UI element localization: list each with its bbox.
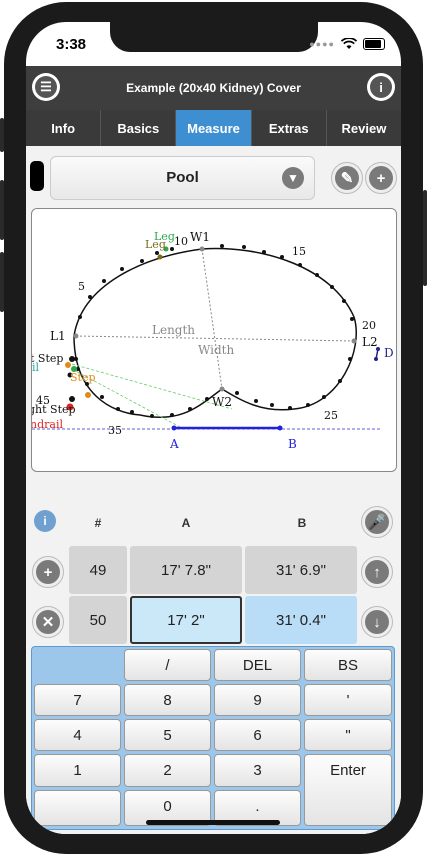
info-icon[interactable]: i [34, 510, 56, 532]
key-inches[interactable]: " [304, 719, 392, 751]
microphone-icon: 🎤 [365, 510, 389, 534]
close-icon: ✕ [36, 610, 60, 634]
app-header: ☰ Example (20x40 Kidney) Cover i [26, 66, 401, 110]
key-bs[interactable]: BS [304, 649, 392, 681]
key-7[interactable]: 7 [34, 684, 121, 716]
shape-select-value: Pool [166, 169, 199, 186]
key-5[interactable]: 5 [124, 719, 211, 751]
chevron-down-icon: ▼ [282, 167, 304, 189]
power-button [423, 190, 427, 286]
column-header-b: B [297, 516, 307, 530]
label-n35: 35 [108, 424, 122, 437]
key-4[interactable]: 4 [34, 719, 121, 751]
mute-switch [0, 118, 4, 152]
key-9[interactable]: 9 [214, 684, 301, 716]
row-50-num: 50 [69, 596, 127, 644]
key-blank[interactable] [34, 790, 121, 826]
page-title: Example (20x40 Kidney) Cover [126, 81, 301, 95]
pencil-icon: ✎ [335, 166, 359, 190]
label-rail: il [32, 361, 40, 374]
key-del[interactable]: DEL [214, 649, 301, 681]
volume-up-button [0, 180, 4, 240]
label-n10: 10 [174, 235, 188, 248]
delete-row-button[interactable]: ✕ [32, 606, 64, 638]
info-icon: i [370, 76, 392, 98]
row-49-num: 49 [69, 546, 127, 594]
app-screen: 3:38 ●●●● ☰ Example (20x40 Kidney) Cover… [26, 22, 401, 834]
key-slash[interactable]: / [124, 649, 211, 681]
label-n20: 20 [362, 319, 376, 332]
wifi-icon [341, 38, 357, 49]
key-1[interactable]: 1 [34, 754, 121, 787]
plus-icon: + [36, 560, 60, 584]
label-n5: 5 [78, 280, 85, 293]
outline-points [74, 244, 354, 418]
row-49-b[interactable]: 31' 6.9" [245, 546, 357, 594]
label-w1: W1 [190, 230, 210, 244]
label-l2: L2 [362, 335, 378, 349]
column-header-a: A [181, 516, 191, 530]
column-header-num: # [94, 516, 102, 530]
label-a: A [169, 437, 179, 451]
notch [110, 22, 318, 52]
tab-extras[interactable]: Extras [252, 110, 327, 146]
arrow-down-icon: ↓ [365, 610, 389, 634]
label-step: Step [70, 371, 96, 384]
status-icons: ●●●● [309, 38, 385, 50]
label-n25: 25 [324, 409, 338, 422]
row-49-a[interactable]: 17' 7.8" [130, 546, 242, 594]
arrow-up-icon: ↑ [365, 560, 389, 584]
tab-measure[interactable]: Measure [176, 110, 252, 146]
key-6[interactable]: 6 [214, 719, 301, 751]
pool-outline [73, 247, 357, 419]
label-handrail: ndrail [32, 418, 63, 431]
move-up-button[interactable]: ↑ [361, 556, 393, 588]
microphone-button[interactable]: 🎤 [361, 506, 393, 538]
add-shape-button[interactable]: + [365, 162, 397, 194]
edit-button[interactable]: ✎ [331, 162, 363, 194]
pool-diagram[interactable]: W1 W2 L1 L2 Length Width A B D 5 10 15 2… [31, 208, 397, 472]
battery-icon [363, 38, 385, 50]
label-b: B [288, 437, 297, 451]
status-time: 3:38 [56, 36, 87, 53]
keypad: / DEL BS 7 8 9 ' 4 5 6 " 1 2 3 Enter 0 . [31, 646, 395, 830]
label-n15: 15 [292, 245, 306, 258]
key-3[interactable]: 3 [214, 754, 301, 787]
signal-icon: ●●●● [309, 39, 335, 49]
row-50-b[interactable]: 31' 0.4" [245, 596, 357, 644]
key-feet[interactable]: ' [304, 684, 392, 716]
key-2[interactable]: 2 [124, 754, 211, 787]
tab-info[interactable]: Info [26, 110, 102, 146]
row-50-a-input[interactable]: 17' 2" [130, 596, 242, 644]
shape-select[interactable]: Pool ▼ [50, 156, 315, 200]
info-button[interactable]: i [367, 73, 395, 101]
tab-bar: Info Basics Measure Extras Review [26, 110, 401, 146]
tab-review[interactable]: Review [327, 110, 401, 146]
volume-down-button [0, 252, 4, 312]
add-row-button[interactable]: + [32, 556, 64, 588]
home-indicator[interactable] [146, 820, 280, 825]
measure-panel: Pool ▼ ✎ + W1 W2 L1 L2 Length Width A B … [26, 146, 401, 834]
plus-icon: + [369, 166, 393, 190]
label-l1: L1 [50, 329, 66, 343]
key-enter[interactable]: Enter [304, 754, 392, 826]
label-d: D [384, 346, 394, 360]
color-swatch[interactable] [30, 161, 44, 191]
move-down-button[interactable]: ↓ [361, 606, 393, 638]
key-8[interactable]: 8 [124, 684, 211, 716]
label-step-left-2: ght Step [32, 403, 76, 416]
label-length: Length [152, 323, 195, 337]
label-width: Width [198, 343, 234, 357]
tab-basics[interactable]: Basics [101, 110, 177, 146]
label-leg-2: Leg [145, 238, 166, 251]
label-w2: W2 [212, 395, 232, 409]
pool-diagram-svg: W1 W2 L1 L2 Length Width A B D 5 10 15 2… [32, 230, 394, 451]
